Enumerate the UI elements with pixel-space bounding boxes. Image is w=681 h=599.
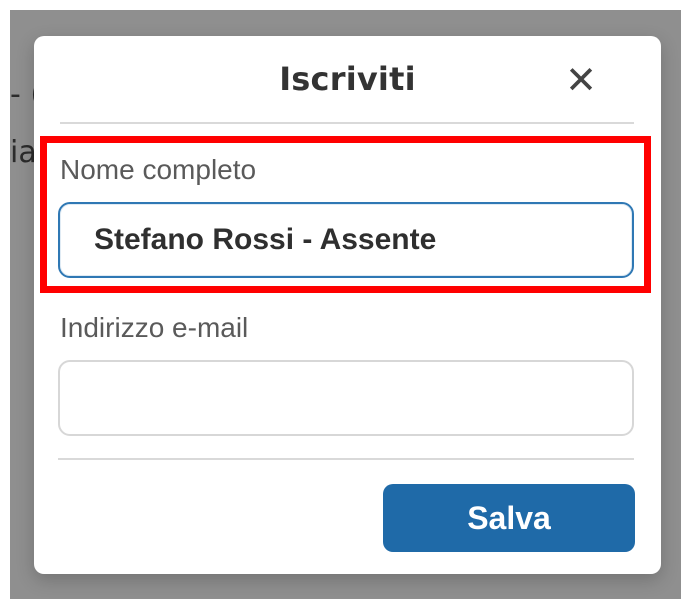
email-input[interactable] — [58, 360, 634, 436]
header-divider — [60, 122, 634, 124]
dialog-header: Iscriviti ✕ — [34, 36, 661, 122]
email-label: Indirizzo e-mail — [60, 312, 249, 343]
background-text-peek-2: ia — [10, 135, 37, 170]
full-name-label: Nome completo — [60, 154, 257, 185]
footer-divider — [58, 458, 634, 460]
save-button[interactable]: Salva — [383, 484, 635, 552]
close-icon[interactable]: ✕ — [559, 58, 603, 102]
signup-dialog: Iscriviti ✕ Nome completo Stefano Rossi … — [34, 36, 661, 574]
full-name-input[interactable]: Stefano Rossi - Assente — [58, 202, 634, 278]
